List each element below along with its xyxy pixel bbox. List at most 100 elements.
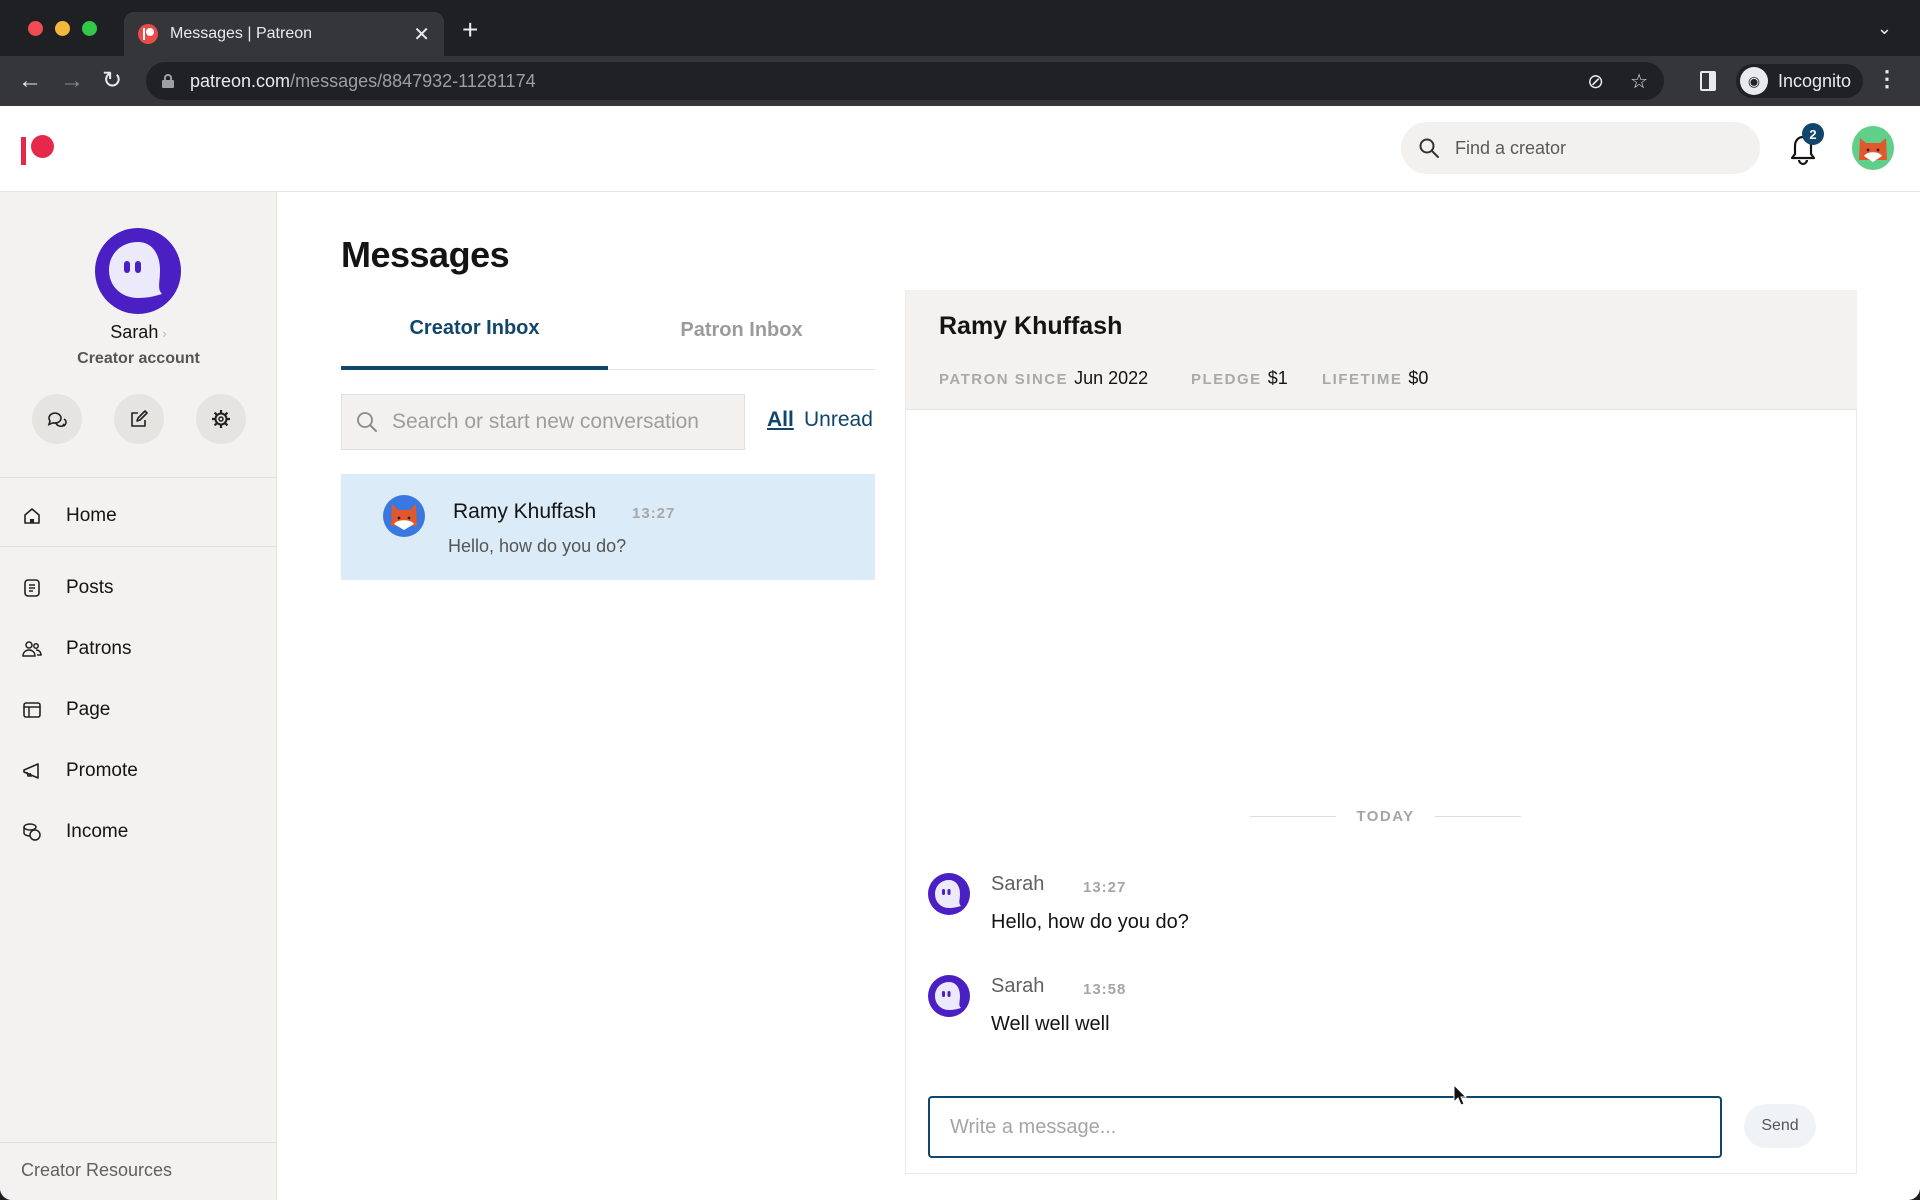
bookmark-star-icon[interactable]: ☆ xyxy=(1630,69,1648,94)
creator-avatar[interactable] xyxy=(95,228,181,314)
conversation-search[interactable] xyxy=(341,394,745,450)
browser-menu-icon[interactable]: ⋮ xyxy=(1876,66,1898,92)
message-sender: Sarah xyxy=(991,975,1045,997)
patreon-logo-icon[interactable] xyxy=(21,133,55,165)
pledge-amount: PLEDGE $1 xyxy=(1191,368,1288,389)
sidebar-item-patrons[interactable]: Patrons xyxy=(22,638,131,660)
divider-line xyxy=(1250,816,1337,817)
sender-avatar xyxy=(928,873,970,915)
reload-icon[interactable]: ↻ xyxy=(102,66,122,96)
window-maximize-button[interactable] xyxy=(82,21,97,36)
sidebar-item-income[interactable]: Income xyxy=(22,821,128,843)
browser-tab[interactable]: Messages | Patreon ✕ xyxy=(124,12,444,56)
page-title: Messages xyxy=(341,234,510,275)
meta-label: PLEDGE xyxy=(1191,371,1262,388)
address-bar[interactable]: patreon.com/messages/8847932-11281174 ⊘ … xyxy=(146,62,1664,100)
messages-button[interactable] xyxy=(32,394,82,444)
thread-header: Ramy Khuffash PATRON SINCE Jun 2022 PLED… xyxy=(906,290,1857,410)
message-sender: Sarah xyxy=(991,873,1045,895)
sidebar-divider xyxy=(0,477,277,478)
incognito-icon: ◉ xyxy=(1740,67,1768,95)
patrons-icon xyxy=(22,641,42,657)
patreon-favicon-icon xyxy=(138,24,158,44)
gear-icon xyxy=(212,410,230,428)
creator-name: Sarah xyxy=(110,322,159,342)
posts-icon xyxy=(24,579,40,597)
filter-unread[interactable]: Unread xyxy=(804,408,873,432)
find-creator-input[interactable] xyxy=(1455,137,1735,159)
meta-value: Jun 2022 xyxy=(1074,368,1149,388)
account-type-label: Creator account xyxy=(77,350,200,367)
create-post-button[interactable] xyxy=(114,394,164,444)
message-input[interactable] xyxy=(950,1115,1690,1139)
meta-value: $0 xyxy=(1408,368,1429,388)
settings-button[interactable] xyxy=(196,394,246,444)
incognito-profile-button[interactable]: ◉ Incognito xyxy=(1736,64,1864,98)
browser-tab-bar: Messages | Patreon ✕ + ⌄ xyxy=(0,0,1920,56)
sidebar-item-promote[interactable]: Promote xyxy=(22,760,138,782)
sidebar-item-page[interactable]: Page xyxy=(22,699,110,721)
sidebar-item-label: Promote xyxy=(66,760,138,781)
message-composer[interactable] xyxy=(928,1096,1722,1158)
sidebar-divider xyxy=(0,546,277,547)
conversation-search-input[interactable] xyxy=(392,410,732,434)
patreon-page: 2 Sarah› Creator account Home xyxy=(0,106,1920,1200)
creator-resources-link[interactable]: Creator Resources xyxy=(21,1160,172,1181)
lock-icon[interactable] xyxy=(162,74,174,88)
sidebar-item-label: Posts xyxy=(66,577,114,598)
sidebar-divider xyxy=(0,1142,277,1143)
sidebar: Sarah › Creator account Home Posts Patron… xyxy=(0,192,277,1200)
sidebar-item-label: Home xyxy=(66,505,117,526)
conversation-list-item[interactable]: Ramy Khuffash 13:27 Hello, how do you do… xyxy=(341,474,875,580)
conversation-avatar xyxy=(383,495,425,537)
conversation-name: Ramy Khuffash xyxy=(453,500,597,523)
day-separator: TODAY xyxy=(906,808,1857,825)
side-panel-icon[interactable] xyxy=(1700,71,1716,91)
message-text: Hello, how do you do? xyxy=(991,911,1189,933)
search-icon xyxy=(1419,138,1439,158)
ghost-avatar-icon xyxy=(109,242,162,298)
sidebar-item-home[interactable]: Home xyxy=(22,505,117,527)
search-icon xyxy=(357,412,377,432)
conversation-preview: Hello, how do you do? xyxy=(448,536,627,556)
page-layout-icon xyxy=(23,702,41,718)
filter-all[interactable]: All xyxy=(767,408,794,432)
find-creator-search[interactable] xyxy=(1401,122,1760,174)
forward-arrow-icon[interactable]: → xyxy=(60,66,84,96)
creator-name-link[interactable]: Sarah › xyxy=(0,322,277,343)
meta-label: PATRON SINCE xyxy=(939,371,1069,388)
lifetime-amount: LIFETIME $0 xyxy=(1322,368,1428,389)
tab-creator-inbox[interactable]: Creator Inbox xyxy=(341,290,608,370)
thread-contact-name[interactable]: Ramy Khuffash xyxy=(939,312,1122,341)
patron-since: PATRON SINCE Jun 2022 xyxy=(939,368,1148,389)
home-icon xyxy=(24,508,40,524)
message-text: Well well well xyxy=(991,1013,1110,1035)
day-separator-label: TODAY xyxy=(1356,808,1415,825)
window-close-button[interactable] xyxy=(28,21,43,36)
window-minimize-button[interactable] xyxy=(55,21,70,36)
edit-icon xyxy=(131,410,148,427)
incognito-label: Incognito xyxy=(1778,70,1852,91)
new-tab-icon[interactable]: + xyxy=(462,16,478,44)
meta-label: LIFETIME xyxy=(1322,371,1403,388)
back-arrow-icon[interactable]: ← xyxy=(18,66,42,96)
chat-bubbles-icon xyxy=(47,412,67,427)
ghost-avatar-icon xyxy=(935,880,961,908)
tab-patron-inbox[interactable]: Patron Inbox xyxy=(608,290,875,370)
sidebar-item-posts[interactable]: Posts xyxy=(22,577,114,599)
eye-off-icon[interactable]: ⊘ xyxy=(1587,69,1604,94)
meta-value: $1 xyxy=(1267,368,1288,388)
sidebar-item-label: Patrons xyxy=(66,638,132,659)
sender-avatar xyxy=(928,975,970,1017)
top-navigation: 2 xyxy=(0,106,1920,192)
sidebar-item-label: Page xyxy=(66,699,111,720)
ghost-avatar-icon xyxy=(935,982,961,1010)
coins-icon xyxy=(23,823,41,841)
tab-search-chevron-icon[interactable]: ⌄ xyxy=(1877,18,1892,39)
user-avatar[interactable] xyxy=(1852,126,1894,170)
close-tab-icon[interactable]: ✕ xyxy=(413,22,430,47)
send-button[interactable]: Send xyxy=(1744,1104,1816,1148)
fox-avatar-icon xyxy=(391,504,417,530)
inbox-panel: Creator Inbox Patron Inbox All Unread Ra… xyxy=(341,290,905,1174)
notification-count-badge: 2 xyxy=(1802,123,1824,145)
